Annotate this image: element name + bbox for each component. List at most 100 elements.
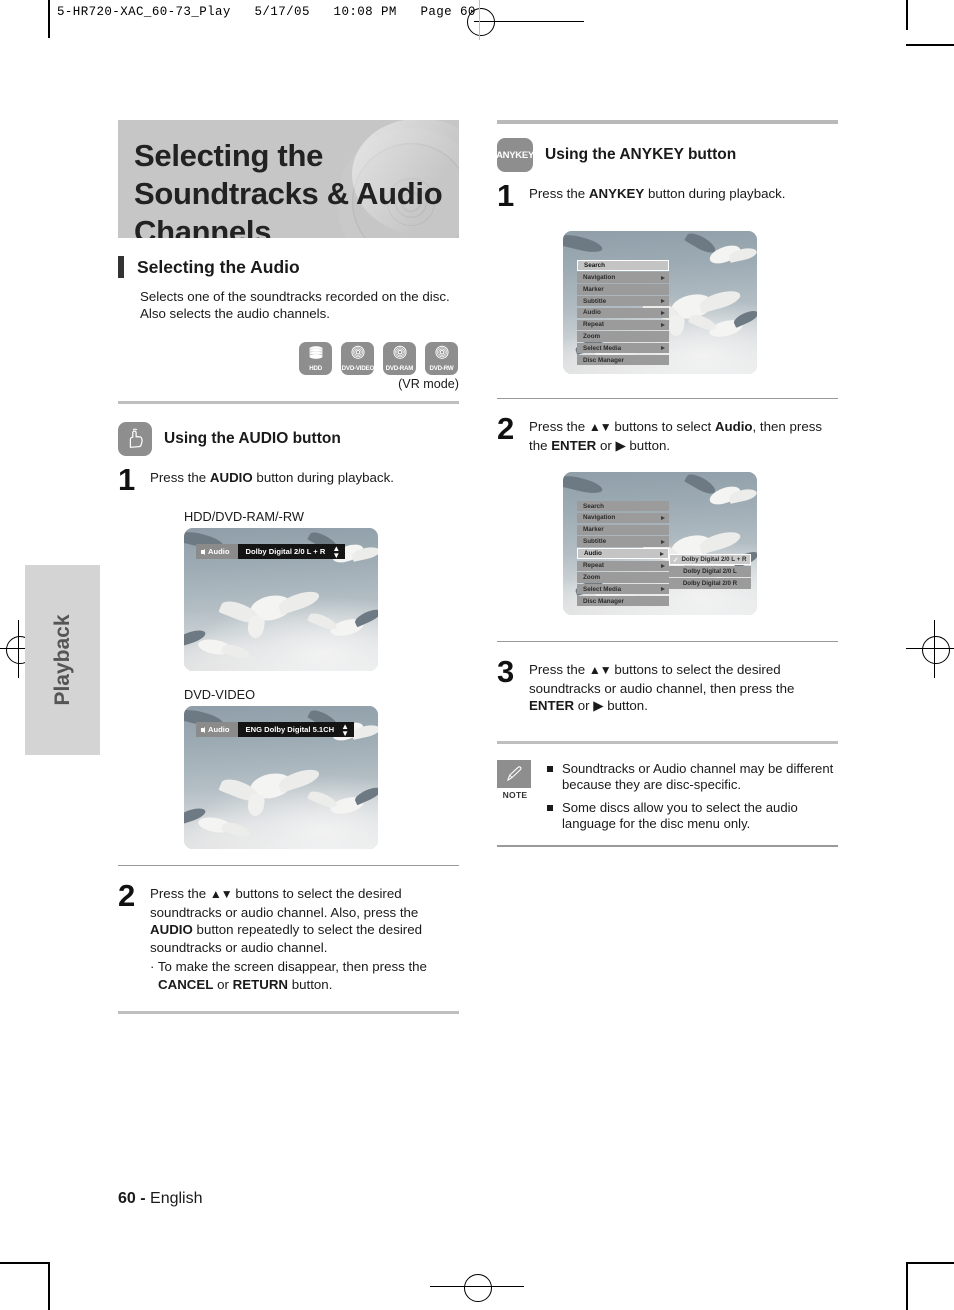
photo-gull-top-right (684, 472, 757, 518)
step-number: 3 (497, 654, 515, 689)
note-bottom-rule (497, 844, 838, 847)
anykey-menu-item-label: Select Media (583, 585, 622, 593)
screenshot-dvd-video: Audio ENG Dolby Digital 5.1CH ▲ ▼ (184, 706, 378, 849)
anykey-menu-item-disc-manager[interactable]: Disc Manager (577, 595, 669, 607)
crop-mark-top-right-horizontal (906, 44, 954, 46)
step-text-c: or (574, 698, 594, 713)
osd-audio-value: ENG Dolby Digital 5.1CH ▲ ▼ (237, 722, 355, 737)
anykey-menu-item-zoom[interactable]: Zoom (577, 331, 669, 342)
note-item-text: Soundtracks or Audio channel may be diff… (562, 760, 834, 793)
anykey-menu-item-audio[interactable]: Audio (577, 307, 669, 319)
anykey-menu-item-marker[interactable]: Marker (577, 524, 669, 535)
hand-press-button-icon-glyph (129, 428, 143, 448)
anykey-button-badge: ANYKEY (496, 138, 534, 172)
audio-option-dolby-2-0-r[interactable]: Dolby Digital 2/0 R (669, 578, 751, 589)
step-3-anykey: 3 Press the ▲▼ buttons to select the des… (497, 654, 838, 715)
note-item: Some discs allow you to select the audio… (547, 800, 838, 833)
photo-gull-bottom-left (184, 627, 252, 670)
anykey-menu-item-label: Audio (583, 309, 601, 317)
audio-option-dolby-2-0-lr[interactable]: ✓ Dolby Digital 2/0 L + R (669, 554, 751, 565)
anykey-menu-item-audio[interactable]: Audio (577, 548, 669, 560)
audio-option-dolby-2-0-l[interactable]: Dolby Digital 2/0 L (669, 566, 751, 577)
anykey-menu-item-label: Navigation (583, 274, 616, 282)
anykey-menu-item-label: Select Media (583, 344, 622, 352)
screenshot-2-caption: DVD-VIDEO (184, 687, 256, 702)
step-text-b: buttons to select (610, 419, 715, 434)
anykey-menu-item-select-media[interactable]: Select Media (577, 584, 669, 595)
page-language: English (150, 1190, 203, 1207)
note-label: NOTE (502, 789, 528, 800)
section-heading-selecting-the-audio: Selecting the Audio (118, 256, 459, 278)
anykey-menu-item-repeat[interactable]: Repeat (577, 560, 669, 571)
osd-audio-tag-label: Audio (208, 725, 230, 734)
photo-gull-top-right (684, 231, 757, 277)
anykey-menu-item-disc-manager[interactable]: Disc Manager (577, 354, 669, 366)
chevron-right-icon (661, 539, 665, 544)
step-1-anykey: 1 Press the ANYKEY button during playbac… (497, 180, 838, 211)
section-divider (118, 401, 459, 404)
crop-mark-bottom-left-horizontal (0, 1262, 48, 1264)
anykey-menu-item-subtitle[interactable]: Subtitle (577, 295, 669, 307)
anykey-menu-item-subtitle[interactable]: Subtitle (577, 536, 669, 547)
step-text: Press the ▲▼ buttons to select Audio, th… (529, 415, 838, 454)
step-text: Press the ▲▼ buttons to select the desir… (150, 882, 459, 993)
anykey-menu-item-navigation[interactable]: Navigation (577, 272, 669, 283)
step-text-a: Press the (150, 886, 210, 901)
chapter-title-block: Selecting the Soundtracks & Audio Channe… (118, 120, 459, 238)
step-text-bold-enter: ENTER (551, 437, 597, 453)
chevron-right-icon (661, 346, 665, 351)
step-text: Press the ANYKEY button during playback. (529, 182, 838, 203)
disc-icon-dvd-rw-label: DVD-RW (429, 365, 454, 372)
hand-press-button-icon (118, 422, 152, 456)
side-chapter-tab-label: Playback (50, 614, 74, 706)
chevron-right-icon (661, 322, 665, 327)
registration-mark-bottom (464, 1274, 492, 1302)
anykey-menu-item-search[interactable]: Search (577, 501, 669, 512)
gull-wing-left (684, 472, 718, 498)
step-text-bold-enter: ENTER (529, 698, 575, 713)
crop-mark-top-right-vertical (906, 0, 908, 30)
right-column-top-rule (497, 120, 838, 124)
anykey-menu-2[interactable]: Search Navigation Marker Subtitle Audio … (577, 501, 669, 608)
anykey-menu-item-marker[interactable]: Marker (577, 284, 669, 295)
note-item: Soundtracks or Audio channel may be diff… (547, 761, 838, 794)
anykey-menu-item-navigation[interactable]: Navigation (577, 512, 669, 524)
section-heading-label: Selecting the Audio (137, 256, 300, 277)
supported-disc-icons: HDD DVD-VIDEO DVD-RAM DVD-RW (118, 342, 459, 375)
osd-audio-tag: Audio (196, 544, 238, 559)
step-text-post: button during playback. (252, 470, 394, 485)
chevron-right-icon (660, 551, 664, 556)
anykey-menu-item-select-media[interactable]: Select Media (577, 343, 669, 354)
anykey-menu-1[interactable]: Search Navigation Marker Subtitle Audio … (577, 260, 669, 367)
up-down-arrows-glyph: ▲▼ (588, 663, 612, 677)
step-1-audio: 1 Press the AUDIO button during playback… (118, 464, 459, 495)
step-2-sub-bullet: · To make the screen disappear, then pre… (150, 958, 459, 993)
screenshot-anykey-audio-submenu: Search Navigation Marker Subtitle Audio … (563, 472, 757, 615)
screenshot-hdd-dvd-ram-rw: Audio Dolby Digital 2/0 L + R ▲ ▼ (184, 528, 378, 671)
gull-wing-right (697, 287, 743, 314)
anykey-menu-item-label: Zoom (583, 573, 601, 581)
photo-gull-right (687, 308, 757, 349)
chevron-right-icon (661, 563, 665, 568)
anykey-audio-submenu[interactable]: ✓ Dolby Digital 2/0 L + R Dolby Digital 2… (669, 554, 751, 590)
disc-icon-dvd-ram: DVD-RAM (383, 342, 416, 375)
pencil-icon (497, 759, 531, 788)
gull-wing-right (353, 784, 378, 806)
side-chapter-tab: Playback (25, 565, 100, 755)
step-divider (497, 398, 838, 399)
step-number: 2 (118, 878, 136, 913)
anykey-menu-item-label: Audio (584, 550, 602, 558)
anykey-menu-item-search[interactable]: Search (577, 260, 669, 271)
step-text-bold: ANYKEY (588, 186, 645, 201)
anykey-menu-item-repeat[interactable]: Repeat (577, 319, 669, 330)
section-intro-text: Selects one of the soundtracks recorded … (140, 289, 450, 321)
left-column-bottom-rule (118, 1011, 459, 1014)
method-heading-anykey-button: ANYKEY Using the ANYKEY button (496, 138, 838, 172)
audio-option-label: Dolby Digital 2/0 L (683, 568, 737, 576)
note-items: Soundtracks or Audio channel may be diff… (533, 760, 838, 839)
step-text-d: or (596, 437, 616, 453)
sub-bullet-bold-return: RETURN (232, 976, 289, 992)
anykey-menu-item-label: Navigation (583, 514, 616, 522)
anykey-menu-item-zoom[interactable]: Zoom (577, 572, 669, 583)
step-text-bold: AUDIO (209, 470, 253, 485)
